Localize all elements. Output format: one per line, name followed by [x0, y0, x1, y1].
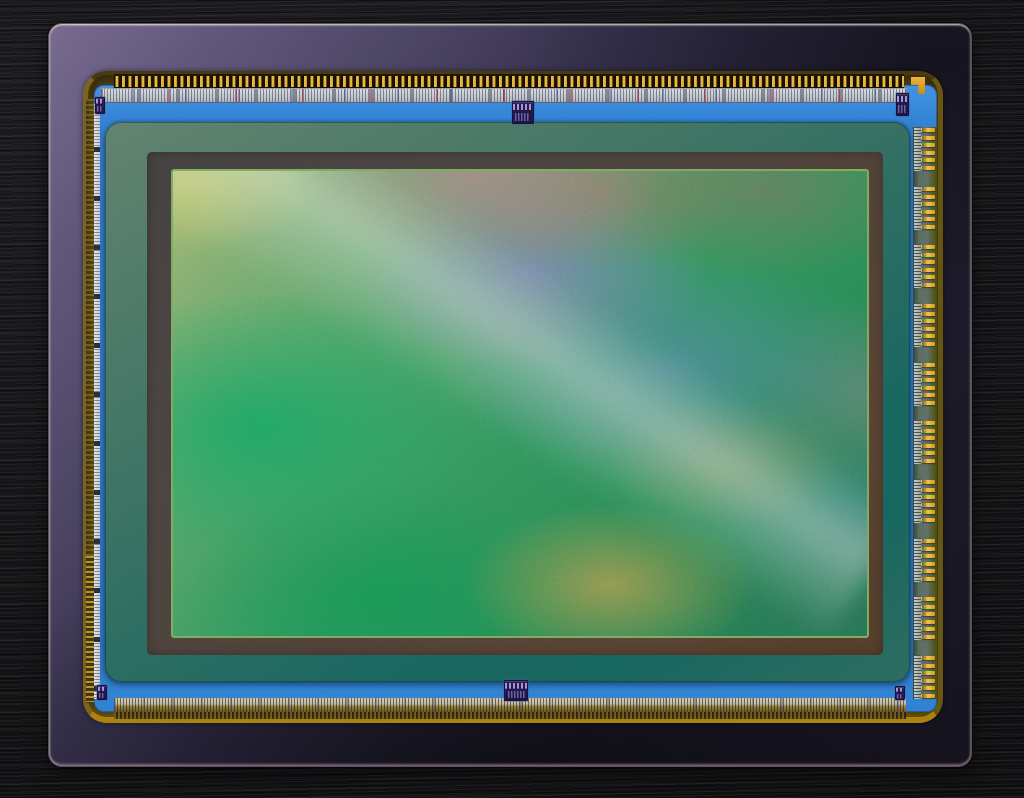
gold-contact-bar [922, 518, 935, 522]
gold-contact-bar [922, 158, 935, 162]
background-brushed-metal [0, 0, 1024, 798]
micro-ladder [914, 596, 921, 640]
bond-wire-strip-top [101, 88, 907, 103]
gold-contact-bar [922, 488, 935, 492]
micro-ladder [914, 538, 921, 582]
gold-contact-bar [922, 444, 935, 448]
gold-contact-bar [922, 495, 935, 499]
gold-contact-bar [922, 128, 935, 132]
micro-ladder [914, 655, 921, 699]
gold-contact-bar [922, 268, 935, 272]
gold-contact-bar [922, 451, 935, 455]
gold-bond-pads [114, 76, 904, 87]
gold-contact-bar [922, 151, 935, 155]
gold-contact-bar [922, 547, 935, 551]
micro-ladder [914, 244, 921, 288]
gold-contact-bar [922, 217, 935, 221]
gold-contact-bar [922, 136, 935, 140]
gold-contact-bar [922, 342, 935, 346]
gold-contact-bar [922, 510, 935, 514]
gold-contact-bar [922, 327, 935, 331]
active-pixel-array [171, 169, 869, 638]
gold-contact-bar [922, 260, 935, 264]
gold-contact-bar [922, 275, 935, 279]
gold-contact-bar [922, 378, 935, 382]
gold-contact-bar [922, 283, 935, 287]
bond-ladder-left [94, 103, 100, 699]
contact-group [914, 596, 936, 640]
gold-contact-bar [922, 202, 935, 206]
gold-contact-bar [922, 187, 935, 191]
iridescence-sheen [171, 169, 869, 638]
gold-contact-bar [922, 386, 935, 390]
gold-contact-bar [922, 656, 935, 660]
gold-contact-bar [922, 245, 935, 249]
gold-contact-bar [922, 210, 935, 214]
gold-contact-bar [922, 539, 935, 543]
gold-contact-bar [922, 577, 935, 581]
gold-contact-bar [922, 569, 935, 573]
gold-contact-bar [922, 195, 935, 199]
gold-contact-bar [922, 694, 935, 698]
gold-contact-bar [922, 562, 935, 566]
contact-group [914, 479, 936, 523]
gold-contact-bar [922, 319, 935, 323]
gold-contact-bar [922, 635, 935, 639]
alignment-chip [95, 97, 105, 114]
gold-contact-bar [922, 664, 935, 668]
gold-contact-bar [922, 253, 935, 257]
contact-group [914, 362, 936, 406]
micro-ladder [914, 127, 921, 171]
gold-contact-bar [922, 436, 935, 440]
contact-group [914, 244, 936, 288]
gold-contact-bar [922, 679, 935, 683]
micro-ladder [914, 186, 921, 230]
contact-group [914, 655, 936, 699]
gold-contact-bar [922, 225, 935, 229]
micro-ladder [914, 303, 921, 347]
bond-comb-bottom [114, 711, 906, 719]
contact-group [914, 127, 936, 171]
gold-contact-bar [922, 143, 935, 147]
gold-contact-bar [922, 401, 935, 405]
bond-pad-row-top [114, 74, 904, 89]
gold-contact-bar [922, 459, 935, 463]
gold-contact-bar [922, 421, 935, 425]
micro-ladder [914, 362, 921, 406]
alignment-chip [895, 686, 905, 700]
alignment-chip [97, 685, 107, 700]
gold-contact-bar [922, 312, 935, 316]
gold-contact-bar [922, 554, 935, 558]
contact-group [914, 186, 936, 230]
gold-contact-bar [922, 480, 935, 484]
gold-contact-bar [922, 503, 935, 507]
gold-contact-bar [922, 371, 935, 375]
gold-contact-bar [922, 334, 935, 338]
gold-contact-bar [922, 612, 935, 616]
alignment-chip [896, 93, 909, 116]
contact-group [914, 420, 936, 464]
contact-strip-right [913, 127, 937, 699]
alignment-chip [512, 101, 534, 124]
micro-ladder [914, 479, 921, 523]
gold-contact-bar [922, 304, 935, 308]
gold-contact-bar [922, 671, 935, 675]
gold-contact-bar [922, 597, 935, 601]
gold-contact-bar [922, 393, 935, 397]
contact-group [914, 303, 936, 347]
gold-contact-bar [922, 166, 935, 170]
gold-contact-bar [922, 686, 935, 690]
gold-contact-bar [922, 363, 935, 367]
alignment-chip [504, 680, 528, 701]
micro-ladder [914, 420, 921, 464]
sensor-package [48, 23, 972, 767]
gold-contact-bar [922, 627, 935, 631]
gold-contact-bar [922, 429, 935, 433]
contact-group [914, 538, 936, 582]
gold-contact-bar [922, 605, 935, 609]
gold-contact-bar [922, 620, 935, 624]
gold-dots-left [86, 556, 94, 702]
